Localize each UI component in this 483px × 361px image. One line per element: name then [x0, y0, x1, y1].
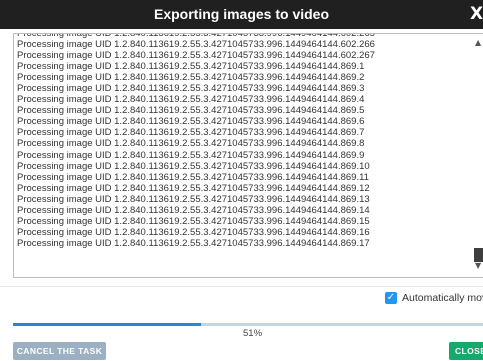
auto-move-label: Automatically mov	[402, 292, 483, 304]
log-line: Processing image UID 1.2.840.113619.2.55…	[17, 116, 365, 128]
cancel-task-button[interactable]: CANCEL THE TASK	[13, 342, 106, 360]
scroll-down-arrow-icon[interactable]: ▼	[475, 261, 481, 270]
dialog-titlebar: Exporting images to video X	[0, 0, 483, 29]
log-line: Processing image UID 1.2.840.113619.2.55…	[17, 215, 370, 227]
checkmark-icon: ✓	[386, 292, 396, 303]
log-line: Processing image UID 1.2.840.113619.2.55…	[17, 193, 370, 205]
progress-bar	[13, 323, 483, 326]
log-line: Processing image UID 1.2.840.113619.2.55…	[17, 39, 375, 51]
log-line: Processing image UID 1.2.840.113619.2.55…	[17, 127, 365, 139]
log-line: Processing image UID 1.2.840.113619.2.55…	[17, 204, 370, 216]
progress-fill	[13, 323, 201, 326]
log-line: Processing image UID 1.2.840.113619.2.55…	[17, 160, 370, 172]
log-line: Processing image UID 1.2.840.113619.2.55…	[17, 105, 365, 117]
dialog-title: Exporting images to video	[153, 6, 330, 22]
scrollbar-thumb[interactable]	[474, 248, 483, 262]
log-line: Processing image UID 1.2.840.113619.2.55…	[17, 149, 365, 161]
auto-move-checkbox[interactable]: ✓	[385, 292, 397, 304]
log-line: Processing image UID 1.2.840.113619.2.55…	[17, 61, 365, 73]
log-line: Processing image UID 1.2.840.113619.2.55…	[17, 171, 369, 183]
log-line: Processing image UID 1.2.840.113619.2.55…	[17, 94, 365, 106]
close-button[interactable]: CLOSE	[449, 342, 483, 360]
log-list: Processing image UID 1.2.840.113619.2.55…	[17, 34, 477, 249]
log-line: Processing image UID 1.2.840.113619.2.55…	[17, 83, 365, 95]
divider	[0, 286, 483, 287]
log-line: Processing image UID 1.2.840.113619.2.55…	[17, 182, 370, 194]
log-line: Processing image UID 1.2.840.113619.2.55…	[17, 72, 365, 84]
export-log[interactable]: Processing image UID 1.2.840.113619.2.55…	[13, 33, 483, 278]
progress-percent: 51%	[243, 328, 263, 339]
log-line: Processing image UID 1.2.840.113619.2.55…	[17, 237, 370, 249]
log-line: Processing image UID 1.2.840.113619.2.55…	[17, 226, 370, 238]
log-line: Processing image UID 1.2.840.113619.2.55…	[17, 50, 375, 62]
scroll-up-arrow-icon[interactable]: ▲	[475, 38, 481, 47]
log-line: Processing image UID 1.2.840.113619.2.55…	[17, 138, 365, 150]
close-icon[interactable]: X	[470, 4, 483, 24]
